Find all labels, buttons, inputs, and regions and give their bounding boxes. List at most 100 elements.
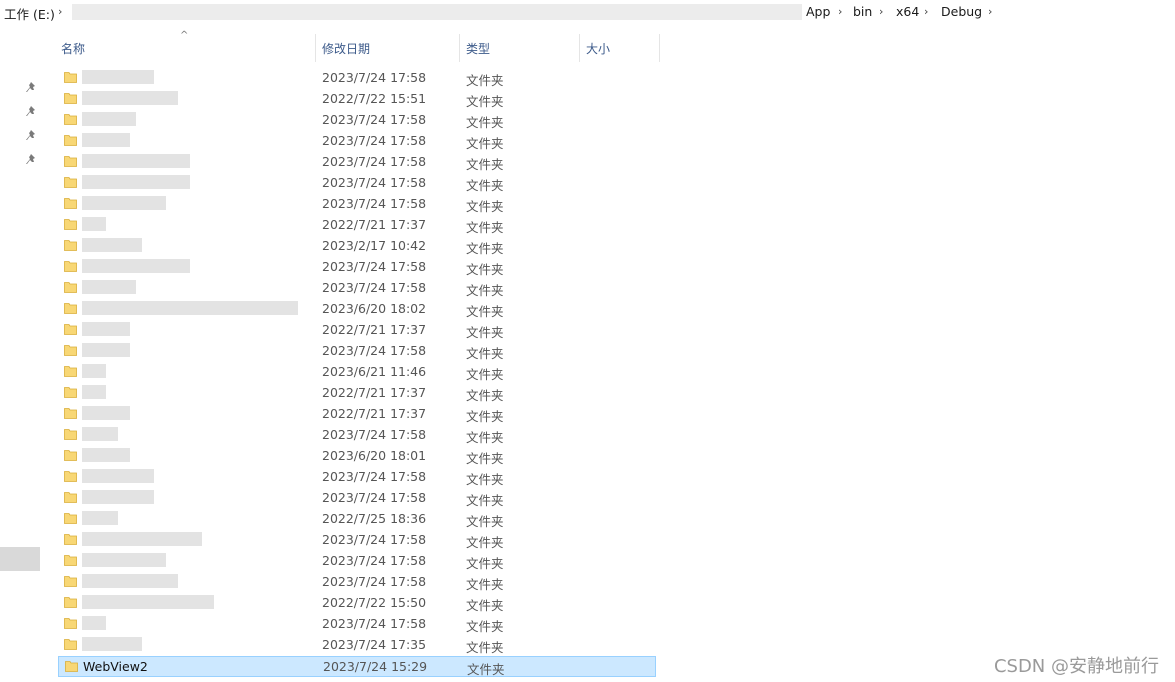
redacted-name [82,427,118,441]
file-row[interactable]: 2023/7/24 17:58 文件夹 [58,257,656,278]
chevron-right-icon[interactable]: › [58,5,62,18]
column-header-name[interactable]: 名称 [61,40,85,57]
file-modified-date: 2022/7/21 17:37 [322,322,427,337]
file-row[interactable]: 2023/7/24 17:58 文件夹 [58,68,656,89]
folder-icon [64,282,77,293]
file-row[interactable]: 2022/7/21 17:37 文件夹 [58,320,656,341]
redacted-name [82,364,106,378]
folder-icon [64,450,77,461]
file-row[interactable]: 2023/6/20 18:01 文件夹 [58,446,656,467]
chevron-right-icon[interactable]: › [988,5,992,18]
folder-icon [64,387,77,398]
file-row[interactable]: 2023/2/17 10:42 文件夹 [58,236,656,257]
folder-icon [65,661,78,672]
file-row[interactable]: 2022/7/22 15:50 文件夹 [58,593,656,614]
breadcrumb-item-app[interactable]: App [806,4,830,19]
file-row[interactable]: 2023/7/24 17:58 文件夹 [58,152,656,173]
column-header-date[interactable]: 修改日期 [322,40,370,57]
file-modified-date: 2023/7/24 17:58 [322,280,427,295]
redacted-name [82,112,136,126]
column-divider[interactable] [659,34,660,62]
file-row[interactable]: 2023/7/24 17:58 文件夹 [58,278,656,299]
file-row[interactable]: 2023/7/24 17:58 文件夹 [58,425,656,446]
file-row[interactable]: 2022/7/21 17:37 文件夹 [58,383,656,404]
file-modified-date: 2023/7/24 17:58 [322,196,427,211]
breadcrumb-item-bin[interactable]: bin [853,4,872,19]
file-modified-date: 2023/7/24 17:58 [322,175,427,190]
chevron-right-icon[interactable]: › [924,5,928,18]
folder-icon [64,93,77,104]
file-modified-date: 2023/7/24 17:58 [322,70,427,85]
pin-icon[interactable] [26,81,38,93]
file-modified-date: 2022/7/22 15:50 [322,595,427,610]
pin-icon[interactable] [26,153,38,165]
file-type: 文件夹 [466,367,504,382]
folder-icon [64,261,77,272]
file-row[interactable]: 2022/7/25 18:36 文件夹 [58,509,656,530]
file-row[interactable]: 2023/7/24 17:58 文件夹 [58,341,656,362]
file-row[interactable]: 2023/6/20 18:02 文件夹 [58,299,656,320]
file-name: WebView2 [83,659,148,674]
file-type: 文件夹 [466,94,504,109]
file-type: 文件夹 [466,388,504,403]
breadcrumb-item-x64[interactable]: x64 [896,4,919,19]
file-row[interactable]: 2023/7/24 17:58 文件夹 [58,488,656,509]
folder-icon [64,555,77,566]
file-row[interactable]: 2023/7/24 17:58 文件夹 [58,551,656,572]
column-header-type[interactable]: 类型 [466,40,490,57]
file-row[interactable]: 2023/6/21 11:46 文件夹 [58,362,656,383]
folder-icon [64,534,77,545]
file-row[interactable]: WebView2 2023/7/24 15:29 文件夹 [58,656,656,677]
column-divider[interactable] [459,34,460,62]
column-divider[interactable] [579,34,580,62]
file-type: 文件夹 [466,325,504,340]
redacted-name [82,385,106,399]
folder-icon [64,345,77,356]
file-modified-date: 2023/7/24 17:58 [322,616,427,631]
file-modified-date: 2023/6/21 11:46 [322,364,427,379]
file-row[interactable]: 2023/7/24 17:35 文件夹 [58,635,656,656]
file-row[interactable]: 2023/7/24 17:58 文件夹 [58,614,656,635]
redacted-name [82,322,130,336]
redacted-name [82,574,178,588]
file-type: 文件夹 [466,451,504,466]
column-divider[interactable] [315,34,316,62]
folder-icon [64,324,77,335]
pin-icon[interactable] [26,105,38,117]
nav-pane-selected-item[interactable] [0,547,40,571]
file-row[interactable]: 2022/7/22 15:51 文件夹 [58,89,656,110]
redacted-name [82,343,130,357]
redacted-name [82,238,142,252]
file-row[interactable]: 2022/7/21 17:37 文件夹 [58,215,656,236]
file-row[interactable]: 2023/7/24 17:58 文件夹 [58,110,656,131]
folder-icon [64,639,77,650]
file-row[interactable]: 2023/7/24 17:58 文件夹 [58,467,656,488]
folder-icon [64,72,77,83]
file-modified-date: 2023/7/24 15:29 [323,659,428,674]
file-type: 文件夹 [466,262,504,277]
breadcrumb-item-debug[interactable]: Debug [941,4,982,19]
file-type: 文件夹 [466,346,504,361]
redacted-name [82,175,190,189]
file-row[interactable]: 2023/7/24 17:58 文件夹 [58,194,656,215]
chevron-right-icon[interactable]: › [879,5,883,18]
redacted-name [82,154,190,168]
file-row[interactable]: 2023/7/24 17:58 文件夹 [58,572,656,593]
file-row[interactable]: 2023/7/24 17:58 文件夹 [58,530,656,551]
file-type: 文件夹 [467,662,505,677]
chevron-right-icon[interactable]: › [838,5,842,18]
folder-icon [64,156,77,167]
file-modified-date: 2022/7/22 15:51 [322,91,427,106]
column-header-size[interactable]: 大小 [586,40,610,57]
pin-icon[interactable] [26,129,38,141]
breadcrumb-drive[interactable]: 工作 (E:) [4,4,55,23]
file-modified-date: 2023/7/24 17:58 [322,574,427,589]
file-row[interactable]: 2022/7/21 17:37 文件夹 [58,404,656,425]
redacted-name [82,196,166,210]
address-bar[interactable]: 工作 (E:) › App › bin › x64 › Debug › [0,0,1175,26]
file-row[interactable]: 2023/7/24 17:58 文件夹 [58,173,656,194]
file-modified-date: 2023/7/24 17:58 [322,259,427,274]
file-row[interactable]: 2023/7/24 17:58 文件夹 [58,131,656,152]
redacted-name [82,616,106,630]
file-modified-date: 2023/7/24 17:58 [322,532,427,547]
